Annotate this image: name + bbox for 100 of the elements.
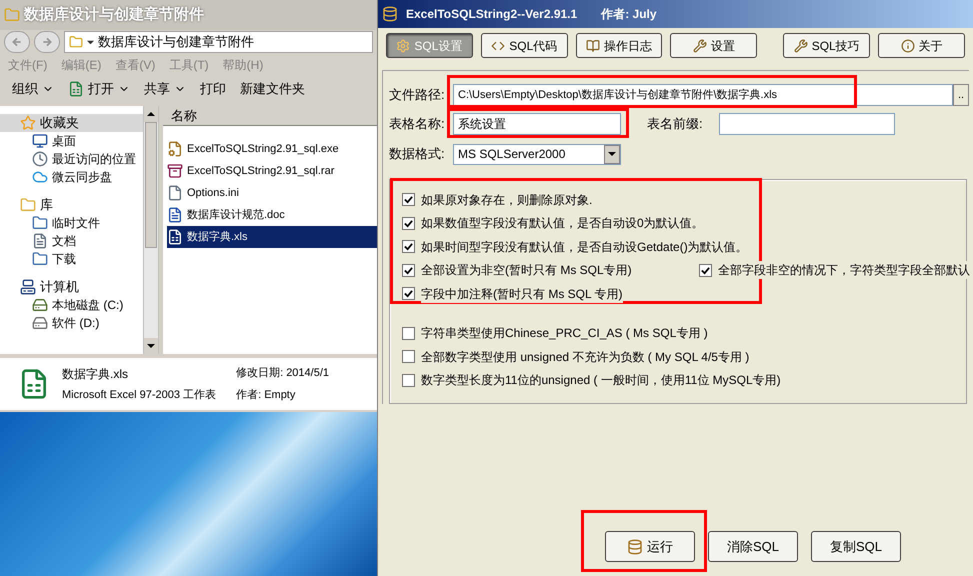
option-label: 字符串类型使用Chinese_PRC_CI_AS ( Ms SQL专用 ) <box>421 324 708 342</box>
file-author: 作者: Empty <box>236 388 296 403</box>
modified-date: 修改日期: 2014/5/1 <box>236 366 330 381</box>
field-label: 表格名称: <box>389 115 446 134</box>
checkbox[interactable] <box>402 326 415 340</box>
spreadsheet-icon <box>68 81 84 97</box>
option-label: 全部设置为非空(暂时只有 Ms SQL专用) <box>421 261 632 280</box>
table-name-field[interactable]: 系统设置 <box>453 113 621 135</box>
database-icon <box>627 538 643 554</box>
tab-icon <box>586 38 600 52</box>
tab[interactable]: 设置 <box>670 33 758 58</box>
nav-item[interactable]: 文档 <box>0 232 143 250</box>
file-name: 数据字典.xls <box>62 366 129 383</box>
nav-item[interactable]: 临时文件 <box>0 214 143 232</box>
checkbox[interactable] <box>402 374 415 387</box>
file-icon <box>167 229 183 245</box>
window-title: ExcelToSQLString2--Ver2.91.1 <box>406 6 578 23</box>
address-text: 数据库设计与创建章节附件 <box>98 33 254 52</box>
forward-arrow-icon <box>41 36 53 48</box>
lib-icon <box>32 215 48 231</box>
format-dropdown[interactable]: MS SQLServer2000 <box>453 144 621 164</box>
file-type: Microsoft Excel 97-2003 工作表 <box>62 388 216 403</box>
option-label: 全部数字类型使用 unsigned 不充许为负数 ( My SQL 4/5专用 ) <box>421 348 750 366</box>
window-title: 数据库设计与创建章节附件 <box>24 4 204 25</box>
checkbox[interactable] <box>699 264 712 277</box>
checkbox[interactable] <box>402 216 415 230</box>
check-icon <box>404 266 413 275</box>
nav-group[interactable]: 收藏夹 <box>0 114 143 132</box>
option-label: 全部字段非空的情况下，字符类型字段全部默认 <box>718 261 970 280</box>
file-icon <box>167 207 183 223</box>
checkbox[interactable] <box>402 350 415 364</box>
toolbar-button[interactable]: 打开 <box>68 79 130 99</box>
computer-icon <box>20 279 36 295</box>
nav-item[interactable]: 微云同步盘 <box>0 168 143 186</box>
checkbox[interactable] <box>402 240 415 254</box>
toolbar-button[interactable]: 组织 <box>12 79 54 99</box>
back-arrow-icon <box>11 36 23 48</box>
author-text: 作者: July <box>601 6 657 23</box>
file-icon <box>167 141 183 157</box>
tab-icon <box>900 38 915 52</box>
action-button[interactable]: 运行 <box>605 531 695 562</box>
file-path-field[interactable]: C:\Users\Empty\Desktop\数据库设计与创建章节附件\数据字典.xls <box>453 84 953 106</box>
address-bar[interactable]: 数据库设计与创建章节附件 <box>64 31 373 53</box>
cloud-icon <box>32 169 48 185</box>
database-icon <box>382 6 398 22</box>
file-icon <box>167 185 183 201</box>
nav-group[interactable]: 库 <box>0 196 143 214</box>
check-icon <box>404 289 413 298</box>
table-prefix-field[interactable] <box>719 113 895 135</box>
tab-icon <box>396 38 410 52</box>
folder-icon <box>69 34 83 50</box>
recent-icon <box>32 151 48 167</box>
lib-icon <box>32 251 48 267</box>
scroll-down-icon <box>147 342 155 350</box>
doc-icon <box>32 233 48 249</box>
star-icon <box>20 115 36 131</box>
check-icon <box>404 218 413 228</box>
sysdrive-icon <box>32 297 48 313</box>
checkbox[interactable] <box>402 264 415 277</box>
tab[interactable]: SQL技巧 <box>783 33 870 58</box>
library-icon <box>20 197 36 213</box>
tab[interactable]: 操作日志 <box>576 33 662 58</box>
action-button[interactable]: 消除SQL <box>708 531 798 562</box>
field-label: 数据格式: <box>389 145 446 164</box>
tab[interactable]: SQL代码 <box>480 33 568 58</box>
field-label: 表名前缀: <box>647 115 704 134</box>
file-item[interactable]: ExcelToSQLString2.91_sql.rar <box>167 160 377 182</box>
nav-item[interactable]: 最近访问的位置 <box>0 150 143 168</box>
check-icon <box>404 195 413 204</box>
file-item[interactable]: ExcelToSQLString2.91_sql.exe <box>167 138 377 160</box>
action-button[interactable]: 复制SQL <box>811 531 901 562</box>
browse-button[interactable]: .. <box>953 84 969 106</box>
field-label: 文件路径: <box>389 86 446 104</box>
toolbar-button[interactable]: 打印 <box>200 79 226 99</box>
check-icon <box>404 242 413 252</box>
nav-item[interactable]: 软件 (D:) <box>0 314 143 332</box>
nav-group[interactable]: 计算机 <box>0 278 143 296</box>
nav-item[interactable]: 本地磁盘 (C:) <box>0 296 143 314</box>
file-item[interactable]: Options.ini <box>167 182 377 204</box>
checkbox[interactable] <box>402 287 415 300</box>
dropdown-icon <box>608 150 616 158</box>
nav-item[interactable]: 桌面 <box>0 132 143 150</box>
drive-icon <box>32 315 48 331</box>
checkbox[interactable] <box>402 193 415 206</box>
tab-icon <box>794 38 808 52</box>
scroll-up-icon <box>147 110 155 118</box>
dropdown-icon <box>87 38 94 46</box>
toolbar-button[interactable]: 共享 <box>144 79 186 99</box>
tab[interactable]: 关于 <box>878 33 965 58</box>
option-label: 字段中加注释(暂时只有 Ms SQL 专用) <box>421 284 623 303</box>
file-item[interactable]: 数据库设计规范.doc <box>167 204 377 226</box>
desktop-icon <box>32 133 48 149</box>
nav-item[interactable]: 下载 <box>0 250 143 268</box>
check-icon <box>701 266 710 275</box>
file-icon <box>167 163 183 179</box>
option-label: 数字类型长度为11位的unsigned ( 一般时间，使用11位 MySQL专用) <box>421 371 781 390</box>
file-item[interactable]: 数据字典.xls <box>167 226 377 248</box>
tab-icon <box>692 38 707 52</box>
toolbar-button[interactable]: 新建文件夹 <box>240 79 305 99</box>
column-header[interactable]: 名称 <box>163 106 377 126</box>
